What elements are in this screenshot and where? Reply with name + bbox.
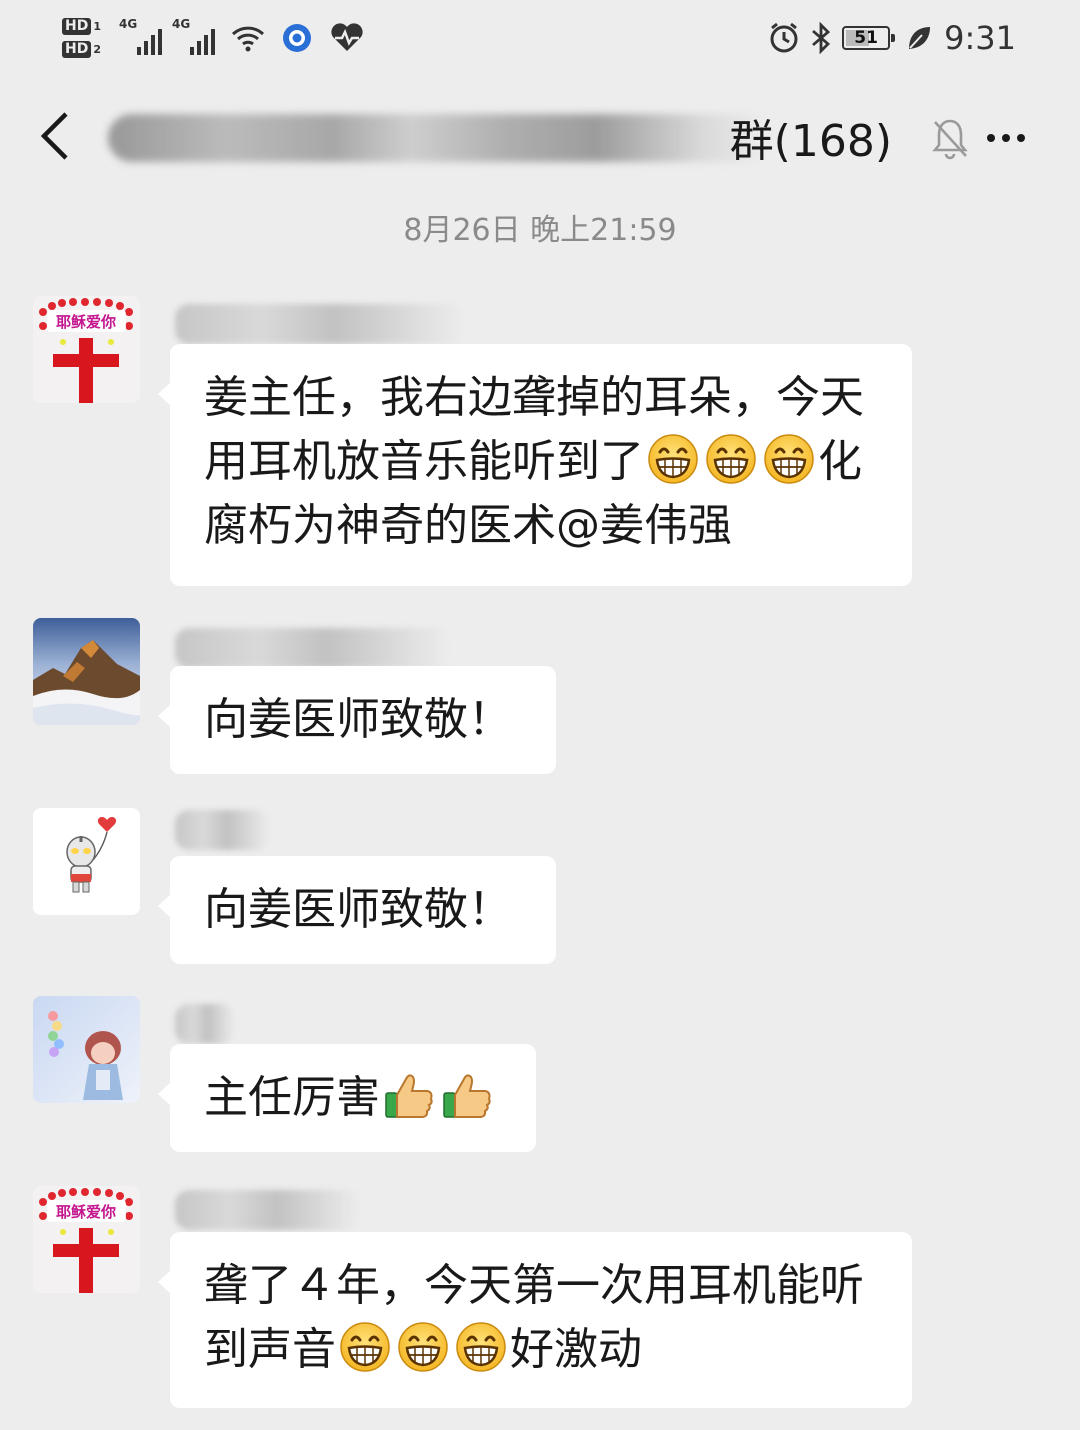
more-button[interactable] bbox=[976, 114, 1036, 162]
svg-text:耶稣爱你: 耶稣爱你 bbox=[56, 1203, 116, 1221]
cross-hearts-avatar[interactable]: 耶稣爱你 bbox=[33, 1186, 140, 1293]
message-row: 耶稣爱你 聋了４年，今天第一次用耳机能听到声音 好激动 bbox=[0, 1186, 1080, 1416]
message-row: 主任厉害 bbox=[0, 996, 1080, 1156]
grin-emoji bbox=[455, 1321, 507, 1373]
back-button[interactable] bbox=[30, 106, 80, 166]
status-bar: HD 1 HD 2 4G 4G 51 9:31 bbox=[0, 0, 1080, 76]
signal-icon: 4G bbox=[119, 17, 162, 55]
clock: 9:31 bbox=[944, 19, 1016, 57]
blurred-title-redaction bbox=[108, 114, 768, 162]
message-bubble[interactable]: 主任厉害 bbox=[158, 1044, 536, 1152]
sender-name-redacted bbox=[175, 810, 270, 850]
thumbs-up-emoji bbox=[383, 1069, 435, 1121]
app-icon bbox=[281, 22, 313, 54]
message-row: 耶稣爱你 姜主任，我右边聋掉的耳朵，今天用耳机放音乐能听到了 化腐朽为神奇的医术@… bbox=[0, 296, 1080, 596]
wifi-icon bbox=[231, 24, 265, 52]
hd-indicators: HD 1 HD 2 bbox=[62, 18, 101, 58]
sender-name-redacted bbox=[175, 1190, 360, 1230]
grin-emoji bbox=[339, 1321, 391, 1373]
message-row: 向姜医师致敬！ bbox=[0, 618, 1080, 778]
signal-icon: 4G bbox=[172, 17, 215, 55]
grin-emoji bbox=[647, 433, 699, 485]
message-bubble[interactable]: 姜主任，我右边聋掉的耳朵，今天用耳机放音乐能听到了 化腐朽为神奇的医术@姜伟强 bbox=[158, 344, 912, 586]
status-left: HD 1 HD 2 4G 4G bbox=[62, 8, 365, 68]
message-row: 向姜医师致敬！ bbox=[0, 808, 1080, 968]
message-text: 向姜医师致敬！ bbox=[204, 694, 512, 745]
message-bubble[interactable]: 聋了４年，今天第一次用耳机能听到声音 好激动 bbox=[158, 1232, 912, 1408]
more-dots-icon bbox=[987, 134, 995, 142]
sender-name-redacted bbox=[175, 304, 465, 344]
heart-icon bbox=[329, 23, 365, 53]
ultraman-balloon-avatar[interactable] bbox=[33, 808, 140, 915]
status-right: 51 9:31 bbox=[768, 16, 1016, 60]
grin-emoji bbox=[397, 1321, 449, 1373]
alarm-icon bbox=[770, 22, 798, 53]
title-bar: 群(168) bbox=[0, 88, 1080, 188]
grin-emoji bbox=[705, 433, 757, 485]
cross-hearts-avatar[interactable]: 耶稣爱你 bbox=[33, 296, 140, 403]
message-text: 主任厉害 bbox=[204, 1072, 380, 1123]
bluetooth-icon bbox=[812, 22, 831, 54]
mountain-avatar[interactable] bbox=[33, 618, 140, 725]
leaf-icon bbox=[909, 27, 931, 49]
battery-icon: 51 bbox=[842, 26, 896, 50]
message-text: 向姜医师致敬！ bbox=[204, 884, 512, 935]
grin-emoji bbox=[763, 433, 815, 485]
group-title-text: 群(168) bbox=[729, 116, 892, 167]
message-text: 好激动 bbox=[510, 1324, 642, 1375]
message-bubble[interactable]: 向姜医师致敬！ bbox=[158, 856, 556, 964]
back-chevron-icon bbox=[40, 112, 68, 160]
girl-avatar[interactable] bbox=[33, 996, 140, 1103]
message-bubble[interactable]: 向姜医师致敬！ bbox=[158, 666, 556, 774]
sender-name-redacted bbox=[175, 628, 450, 668]
mute-bell-icon bbox=[932, 119, 968, 160]
svg-text:耶稣爱你: 耶稣爱你 bbox=[56, 313, 116, 331]
message-timestamp: 8月26日 晚上21:59 bbox=[403, 213, 677, 248]
chat-title: 群(168) bbox=[108, 106, 898, 168]
hd-indicator-2: HD 2 bbox=[62, 41, 101, 58]
thumbs-up-emoji bbox=[441, 1069, 493, 1121]
hd-indicator-1: HD 1 bbox=[62, 18, 101, 35]
sender-name-redacted bbox=[175, 1004, 235, 1044]
